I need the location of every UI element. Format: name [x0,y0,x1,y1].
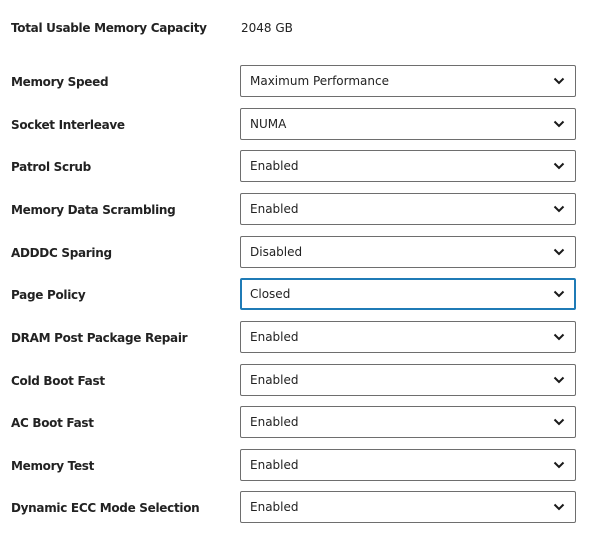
setting-row-memory-speed: Memory Speed Maximum Performance [0,65,610,99]
setting-label: Socket Interleave [11,118,125,132]
select-value: Disabled [250,245,303,259]
select-value: Enabled [250,500,299,514]
chevron-down-icon [553,461,565,469]
select-value: Enabled [250,415,299,429]
select-value: Enabled [250,373,299,387]
chevron-down-icon [553,290,565,298]
setting-row-adddc-sparing: ADDDC Sparing Disabled [0,236,610,270]
select-value: Enabled [250,458,299,472]
chevron-down-icon [553,376,565,384]
socket-interleave-select[interactable]: NUMA [240,108,576,140]
setting-label: Cold Boot Fast [11,374,105,388]
chevron-down-icon [553,333,565,341]
select-value: Maximum Performance [250,74,389,88]
setting-row-dram-post-package-repair: DRAM Post Package Repair Enabled [0,321,610,355]
select-value: Closed [250,287,291,301]
select-value: Enabled [250,330,299,344]
page-policy-select[interactable]: Closed [240,278,576,310]
capacity-label: Total Usable Memory Capacity [11,21,207,35]
setting-label: Patrol Scrub [11,160,91,174]
setting-row-cold-boot-fast: Cold Boot Fast Enabled [0,364,610,398]
chevron-down-icon [553,503,565,511]
chevron-down-icon [553,77,565,85]
setting-label: Memory Data Scrambling [11,203,176,217]
dynamic-ecc-mode-selection-select[interactable]: Enabled [240,491,576,523]
capacity-value: 2048 GB [241,21,293,35]
setting-row-dynamic-ecc-mode-selection: Dynamic ECC Mode Selection Enabled [0,491,610,525]
setting-row-ac-boot-fast: AC Boot Fast Enabled [0,406,610,440]
ac-boot-fast-select[interactable]: Enabled [240,406,576,438]
memory-data-scrambling-select[interactable]: Enabled [240,193,576,225]
memory-speed-select[interactable]: Maximum Performance [240,65,576,97]
setting-label: AC Boot Fast [11,416,94,430]
chevron-down-icon [553,205,565,213]
setting-label: Memory Speed [11,75,109,89]
patrol-scrub-select[interactable]: Enabled [240,150,576,182]
capacity-row: Total Usable Memory Capacity 2048 GB [0,11,610,45]
select-value: Enabled [250,159,299,173]
select-value: Enabled [250,202,299,216]
setting-row-patrol-scrub: Patrol Scrub Enabled [0,150,610,184]
setting-label: DRAM Post Package Repair [11,331,188,345]
chevron-down-icon [553,418,565,426]
setting-label: ADDDC Sparing [11,246,112,260]
dram-post-package-repair-select[interactable]: Enabled [240,321,576,353]
setting-label: Memory Test [11,459,95,473]
setting-row-socket-interleave: Socket Interleave NUMA [0,108,610,142]
cold-boot-fast-select[interactable]: Enabled [240,364,576,396]
memory-test-select[interactable]: Enabled [240,449,576,481]
select-value: NUMA [250,117,287,131]
chevron-down-icon [553,248,565,256]
setting-row-memory-test: Memory Test Enabled [0,449,610,483]
chevron-down-icon [553,162,565,170]
setting-row-memory-data-scrambling: Memory Data Scrambling Enabled [0,193,610,227]
setting-row-page-policy: Page Policy Closed [0,278,610,312]
setting-label: Dynamic ECC Mode Selection [11,501,200,515]
setting-label: Page Policy [11,288,86,302]
chevron-down-icon [553,120,565,128]
adddc-sparing-select[interactable]: Disabled [240,236,576,268]
